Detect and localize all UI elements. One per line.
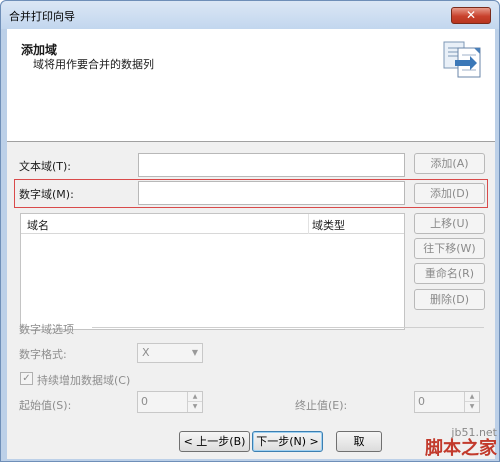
end-spin-buttons: ▲ ▼ (464, 392, 479, 412)
field-list-header: 域名 域类型 (21, 214, 404, 234)
number-field-label: 数字域(M): (19, 188, 74, 201)
number-format-value: X (142, 346, 150, 359)
field-list[interactable]: 域名 域类型 (20, 213, 405, 330)
end-value-label: 终止值(E): (295, 399, 348, 412)
spin-down-icon[interactable]: ▼ (188, 402, 202, 412)
auto-increase-checkbox[interactable]: ✓ (20, 372, 33, 385)
previous-button[interactable]: < 上一步(B) (179, 431, 250, 452)
group-divider (92, 327, 484, 328)
number-field-input[interactable] (138, 181, 405, 205)
add-text-field-button[interactable]: 添加(A) (414, 153, 485, 174)
move-down-button[interactable]: 往下移(W) (414, 238, 485, 259)
number-options-group-label: 数字域选项 (19, 323, 74, 336)
column-field-type[interactable]: 域类型 (312, 217, 345, 233)
auto-increase-label: 持续增加数据域(C) (37, 374, 131, 387)
close-button[interactable]: ✕ (451, 7, 491, 24)
wizard-header: 添加域 域将用作要合并的数据列 (7, 29, 495, 142)
delete-button[interactable]: 删除(D) (414, 289, 485, 310)
number-format-label: 数字格式: (19, 348, 67, 361)
text-field-label: 文本域(T): (19, 160, 72, 173)
title-bar: 合并打印向导 ✕ (1, 1, 499, 29)
merge-print-wizard-window: 合并打印向导 ✕ 添加域 域将用作要合并的数据列 文本域(T): 添加(A) 数… (0, 0, 500, 462)
start-value-text: 0 (141, 395, 148, 408)
rename-button[interactable]: 重命名(R) (414, 263, 485, 284)
window-title: 合并打印向导 (9, 10, 75, 23)
cancel-button[interactable]: 取 (336, 431, 382, 452)
spin-up-icon[interactable]: ▲ (465, 392, 479, 402)
text-field-input[interactable] (138, 153, 405, 177)
next-button[interactable]: 下一步(N) > (252, 431, 323, 452)
end-value-spinner[interactable]: 0 ▲ ▼ (414, 391, 480, 413)
start-value-label: 起始值(S): (19, 399, 72, 412)
wizard-client-area: 添加域 域将用作要合并的数据列 文本域(T): 添加(A) 数字域(M): 添加… (7, 29, 495, 459)
column-field-name[interactable]: 域名 (27, 217, 49, 233)
column-separator (308, 214, 309, 234)
start-spin-buttons: ▲ ▼ (187, 392, 202, 412)
watermark: jb51.net 脚本之家 (425, 426, 497, 459)
start-value-spinner[interactable]: 0 ▲ ▼ (137, 391, 203, 413)
merge-document-icon (443, 41, 481, 78)
page-subtitle: 域将用作要合并的数据列 (33, 58, 154, 71)
add-number-field-button[interactable]: 添加(D) (414, 183, 485, 204)
spin-up-icon[interactable]: ▲ (188, 392, 202, 402)
watermark-brand: 脚本之家 (425, 438, 497, 459)
end-value-text: 0 (418, 395, 425, 408)
spin-down-icon[interactable]: ▼ (465, 402, 479, 412)
number-format-select[interactable]: X ▼ (137, 343, 203, 363)
chevron-down-icon: ▼ (191, 348, 198, 357)
move-up-button[interactable]: 上移(U) (414, 213, 485, 234)
